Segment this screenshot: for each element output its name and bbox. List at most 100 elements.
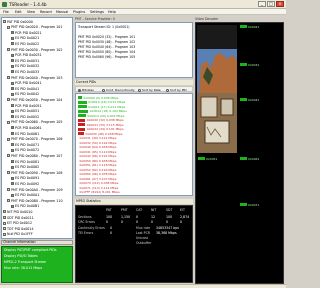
tree-item[interactable]: ES PID 0x0081 bbox=[11, 159, 39, 164]
graph-option-1[interactable]: Cont. Discontinuity bbox=[102, 88, 135, 92]
tree-item-label: PAT PID 0x0000 bbox=[7, 19, 33, 24]
menu-view[interactable]: View bbox=[27, 10, 35, 14]
bitrate-bar bbox=[78, 118, 86, 122]
tree-item[interactable]: ES PID 0x0022 bbox=[11, 41, 39, 46]
tree-item[interactable]: EIT PID 0x0012 bbox=[3, 221, 32, 226]
service-panel[interactable]: Transport Stream ID: 1 (0x0001) PMT PID 0… bbox=[75, 22, 193, 78]
tree-item[interactable]: Null PID 0x1FFF bbox=[3, 232, 33, 237]
tree-item[interactable]: PMT PID 0x00A0 - Program 109 bbox=[7, 187, 63, 192]
tree-item[interactable]: ES PID 0x0052 bbox=[11, 114, 39, 119]
tree-item[interactable]: ES PID 0x00B1 bbox=[11, 204, 39, 209]
pid-icon bbox=[11, 42, 14, 46]
tree-item[interactable]: ES PID 0x00A1 bbox=[11, 193, 39, 198]
radio-icon[interactable] bbox=[166, 88, 169, 92]
service-line: PMT PID 0x0040 (64) - Program 103 bbox=[78, 45, 136, 49]
bitrate-label: 0x0031 (49) 3.121 Mbps bbox=[79, 136, 117, 140]
pid-bitrate-graph[interactable]: 0x0000 (0) 0.038 Mbps 0x0010 (16) 0.011 M… bbox=[75, 93, 193, 196]
video-indicator bbox=[198, 157, 205, 160]
tree-item[interactable]: ES PID 0x0032 bbox=[11, 64, 39, 69]
menu-edit[interactable]: Edit bbox=[15, 10, 22, 14]
tree-item[interactable]: PMT PID 0x0030 - Program 102 bbox=[7, 47, 62, 52]
tree-item[interactable]: PMT PID 0x0070 - Program 106 bbox=[7, 137, 62, 142]
tree-item-label: PMT PID 0x0030 - Program 102 bbox=[11, 47, 63, 52]
tree-item[interactable]: TDT PID 0x0014 bbox=[3, 226, 34, 231]
tree-item[interactable]: ES PID 0x0041 bbox=[11, 86, 39, 91]
close-button[interactable]: × bbox=[276, 1, 284, 7]
bitrate-label: 0x0030 (48) 0.038 Mbps bbox=[85, 131, 123, 136]
tree-item-label: Null PID 0x1FFF bbox=[7, 232, 33, 237]
tree-item[interactable]: ES PID 0x0091 bbox=[11, 176, 39, 181]
tree-item[interactable]: ES PID 0x0072 bbox=[11, 148, 39, 153]
tree-item-label: SDT PID 0x0011 bbox=[7, 215, 34, 220]
tree-item[interactable]: PMT PID 0x0090 - Program 108 bbox=[7, 170, 62, 175]
menu-file[interactable]: File bbox=[3, 10, 9, 14]
tree-item[interactable]: PCR PID 0x0021 bbox=[11, 30, 42, 35]
channel-line: MPEG-2 Transport Stream bbox=[4, 260, 47, 264]
radio-icon[interactable] bbox=[102, 88, 105, 92]
tree-item[interactable]: SDT PID 0x0011 bbox=[3, 215, 34, 220]
channel-line: Display PSI/SI Tables bbox=[4, 254, 38, 258]
tree-item[interactable]: PCR PID 0x0051 bbox=[11, 103, 42, 108]
tree-item-label: ES PID 0x0071 bbox=[15, 142, 40, 147]
tree-item[interactable]: PMT PID 0x0050 - Program 104 bbox=[7, 97, 62, 102]
video-image bbox=[197, 25, 237, 153]
tree-item[interactable]: NIT PID 0x0010 bbox=[3, 209, 33, 214]
stats-extra-label-2: Unicast bbox=[136, 236, 148, 240]
bitrate-label: 0x0022 (34) 0.191 Mbps bbox=[86, 127, 124, 131]
tree-item[interactable]: PCR PID 0x0041 bbox=[11, 81, 42, 86]
tree-item-label: PMT PID 0x0090 - Program 108 bbox=[11, 170, 63, 175]
graph-option-3[interactable]: Sort by PID bbox=[166, 88, 187, 92]
menu-settings[interactable]: Settings bbox=[90, 10, 104, 14]
tree-item[interactable]: ES PID 0x0061 bbox=[11, 131, 39, 136]
tree-item-label: ES PID 0x0032 bbox=[15, 64, 40, 69]
video-label: 0x0041 bbox=[248, 97, 260, 102]
tree-item[interactable]: PMT PID 0x0080 - Program 107 bbox=[7, 153, 62, 158]
tree-item-label: ES PID 0x0041 bbox=[15, 86, 40, 91]
pid-icon bbox=[11, 104, 14, 107]
graph-option-label: Cont. Discontinuity bbox=[106, 88, 135, 92]
tree-item[interactable]: ES PID 0x0033 bbox=[11, 69, 39, 74]
tree-item[interactable]: PMT PID 0x0040 - Program 103 bbox=[7, 75, 62, 80]
tree-item[interactable]: PMT PID 0x00B0 - Program 110 bbox=[7, 198, 63, 203]
menu-help[interactable]: Help bbox=[108, 10, 116, 14]
tree-item-label: ES PID 0x0052 bbox=[15, 114, 40, 119]
bitrate-label: 0x0050 (80) 0.038 Mbps bbox=[79, 158, 117, 163]
bitrate-row: 0x1FFF (8191) 8.201 Mbps bbox=[78, 190, 192, 195]
menu-manual[interactable]: Manual bbox=[56, 10, 68, 14]
folder-icon bbox=[3, 216, 6, 219]
graph-option-label: Bitrates bbox=[82, 88, 94, 92]
stats-value: 0 bbox=[151, 220, 154, 224]
pid-tree[interactable]: PAT PID 0x0000 PMT PID 0x0020 - Program 1… bbox=[1, 17, 73, 239]
tree-item[interactable]: PMT PID 0x0020 - Program 101 bbox=[7, 25, 62, 30]
radio-icon[interactable] bbox=[138, 88, 141, 92]
menu-plugins[interactable]: Plugins bbox=[73, 10, 85, 14]
tree-item[interactable]: ES PID 0x0082 bbox=[11, 165, 39, 170]
stats-row-label: CRC Errors bbox=[78, 220, 95, 224]
stats-column-header: NIT bbox=[151, 208, 157, 212]
graph-option-2[interactable]: Sort by Rate bbox=[138, 88, 161, 92]
bitrate-label: 0x1FFF (8191) 8.201 Mbps bbox=[79, 190, 120, 194]
tree-item[interactable]: ES PID 0x0071 bbox=[11, 142, 39, 147]
tree-item-label: ES PID 0x0081 bbox=[15, 159, 40, 164]
tree-item[interactable]: ES PID 0x0051 bbox=[11, 109, 39, 114]
menu-record[interactable]: Record bbox=[40, 10, 52, 14]
radio-icon[interactable] bbox=[78, 88, 81, 92]
graph-option-0[interactable]: Bitrates bbox=[78, 88, 94, 92]
minimize-button[interactable]: _ bbox=[258, 1, 266, 7]
tree-item[interactable]: PCR PID 0x0061 bbox=[11, 125, 42, 130]
service-line: PMT PID 0x0020 (32) - Program 101 bbox=[78, 35, 136, 39]
tree-item[interactable]: PAT PID 0x0000 bbox=[3, 19, 33, 24]
tree-item-label: PCR PID 0x0031 bbox=[15, 53, 42, 58]
mpeg-stats-panel: PAT PMT CAT NIT SDT EIT Sections 100 1,150 0 12 100… bbox=[75, 205, 193, 283]
maximize-button[interactable]: □ bbox=[267, 1, 275, 7]
tree-item[interactable]: ES PID 0x0031 bbox=[11, 58, 39, 63]
stats-extra-label: Continuity Errors bbox=[78, 226, 105, 230]
pid-icon bbox=[11, 204, 14, 208]
tree-item[interactable]: PCR PID 0x0031 bbox=[11, 53, 42, 58]
tree-item[interactable]: ES PID 0x0042 bbox=[11, 92, 39, 97]
bitrate-bar bbox=[78, 100, 87, 104]
tree-item[interactable]: ES PID 0x0021 bbox=[11, 36, 39, 41]
tree-item[interactable]: PMT PID 0x0060 - Program 105 bbox=[7, 120, 62, 125]
folder-icon bbox=[3, 232, 6, 236]
tree-item[interactable]: ES PID 0x0092 bbox=[11, 181, 39, 186]
